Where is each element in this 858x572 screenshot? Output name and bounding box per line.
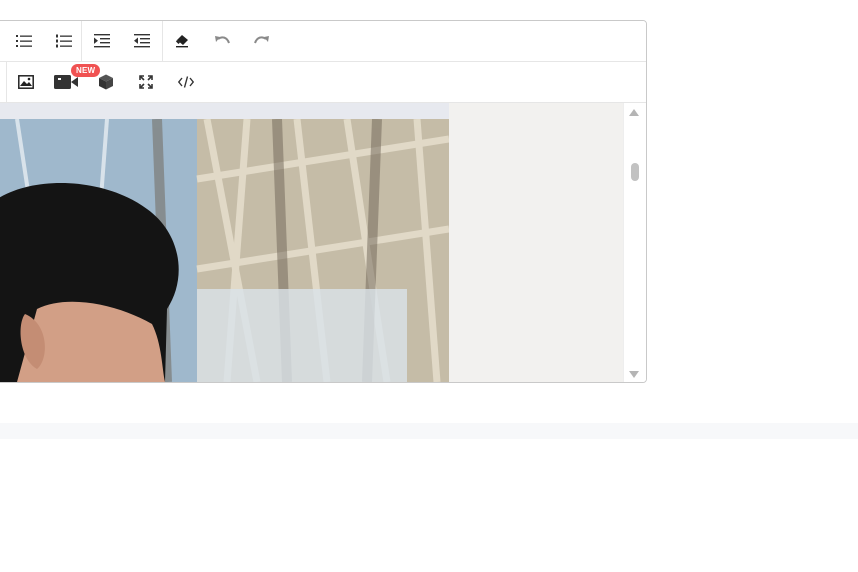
toolbar-separator: [162, 21, 163, 61]
fullscreen-button[interactable]: [133, 70, 159, 94]
scroll-up-arrow-icon[interactable]: [629, 109, 639, 116]
indent-button[interactable]: [89, 29, 115, 53]
bulleted-list-icon: [16, 35, 32, 47]
image-icon: [18, 75, 34, 89]
editor-content-area[interactable]: [0, 103, 623, 382]
toolbar-row-2: NEW: [0, 62, 646, 103]
eraser-icon: [176, 35, 188, 48]
scrollbar-thumb[interactable]: [631, 163, 639, 181]
outdent-button[interactable]: [129, 29, 155, 53]
clear-format-button[interactable]: [169, 29, 195, 53]
redo-button[interactable]: [249, 29, 275, 53]
toolbar-separator: [6, 62, 7, 102]
bulleted-list-button[interactable]: [11, 29, 37, 53]
code-icon: [178, 76, 194, 88]
cube-icon: [99, 74, 113, 90]
scroll-down-arrow-icon[interactable]: [629, 371, 639, 378]
undo-button[interactable]: [209, 29, 235, 53]
insert-3d-model-button[interactable]: [93, 70, 119, 94]
toolbar-row-1: [0, 21, 646, 62]
page-footer-strip: [0, 423, 858, 439]
insert-image-button[interactable]: [13, 70, 39, 94]
photo-illustration: [0, 119, 449, 382]
redo-icon: [254, 36, 269, 44]
numbered-list-button[interactable]: [51, 29, 77, 53]
vertical-scrollbar[interactable]: [623, 103, 646, 382]
fullscreen-icon: [139, 75, 153, 89]
outdent-icon: [134, 34, 150, 48]
undo-icon: [215, 36, 230, 44]
content-top-strip: [0, 103, 449, 119]
numbered-list-icon: [56, 34, 72, 48]
embedded-photo[interactable]: [0, 119, 449, 382]
rich-text-editor: NEW: [0, 20, 647, 383]
toolbar-separator: [81, 21, 82, 61]
source-code-button[interactable]: [173, 70, 199, 94]
video-icon: [54, 75, 78, 89]
indent-icon: [94, 34, 110, 48]
